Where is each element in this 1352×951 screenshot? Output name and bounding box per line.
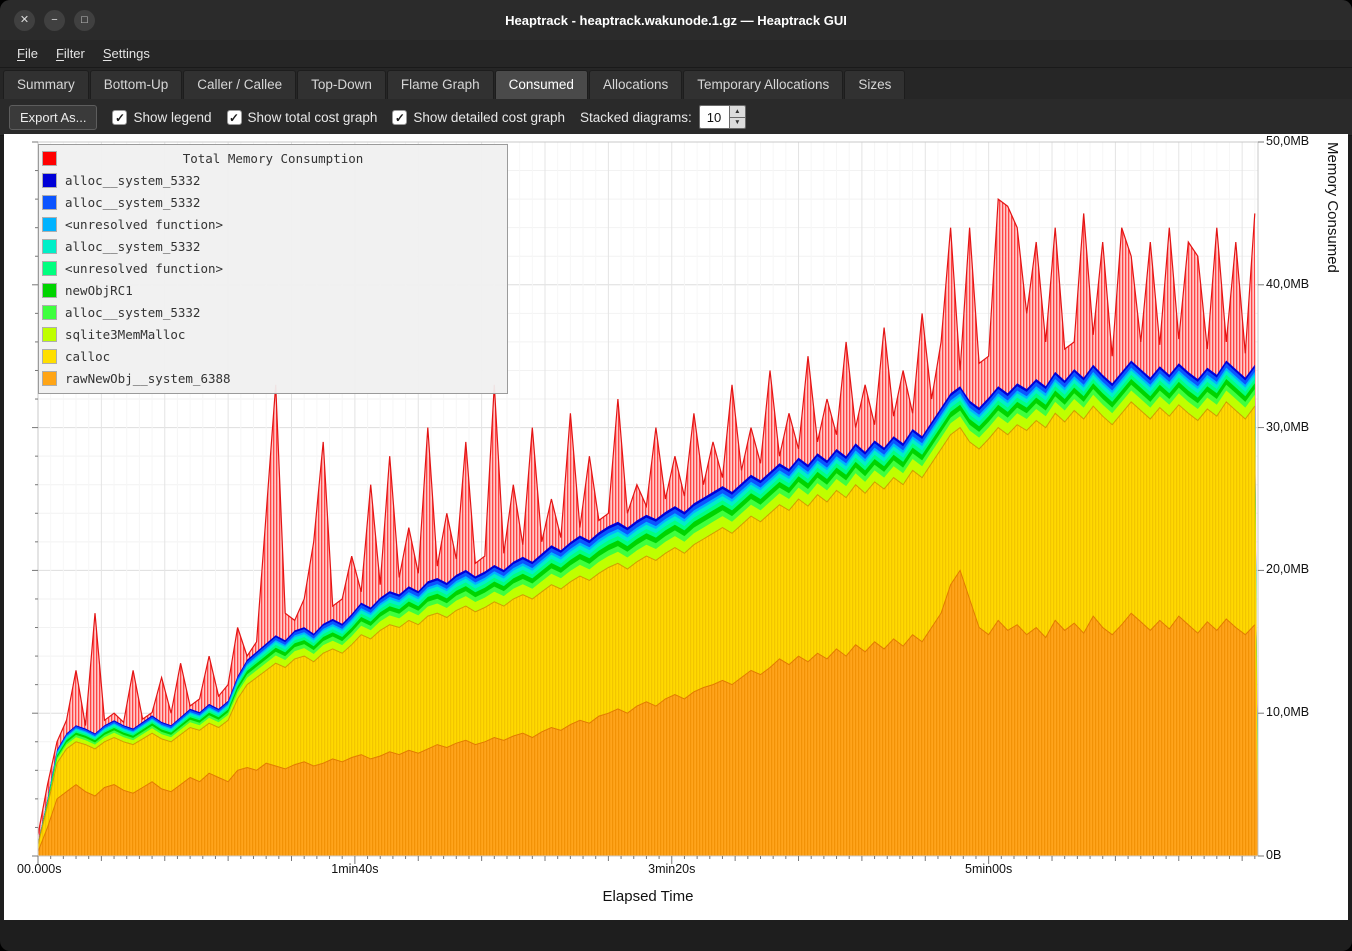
- spin-down-button[interactable]: ▼: [729, 117, 746, 130]
- toolbar: Export As... ✓ Show legend ✓ Show total cos…: [0, 99, 1352, 136]
- minimize-button[interactable]: −: [44, 10, 65, 31]
- legend-item: calloc: [39, 345, 507, 367]
- legend-item: <unresolved function>: [39, 213, 507, 235]
- legend-label: rawNewObj__system_6388: [65, 371, 231, 386]
- legend-label: calloc: [65, 349, 110, 364]
- x-axis-tick-label: 00.000s: [17, 862, 61, 876]
- legend-swatch: [43, 284, 56, 297]
- stacked-diagrams-spinbox[interactable]: 10 ▲ ▼: [699, 105, 746, 129]
- legend-swatch: [43, 196, 56, 209]
- export-as-button[interactable]: Export As...: [9, 105, 97, 130]
- legend-swatch: [43, 328, 56, 341]
- y-axis-tick-label: 40,0MB: [1266, 277, 1309, 291]
- legend-item: <unresolved function>: [39, 257, 507, 279]
- legend-swatch: [43, 240, 56, 253]
- legend-swatch: [43, 350, 56, 363]
- checkbox-show-legend[interactable]: ✓ Show legend: [112, 110, 211, 125]
- x-axis-tick-label: 5min00s: [944, 862, 1034, 876]
- chart-area: Total Memory Consumption alloc__system_5…: [4, 134, 1348, 920]
- legend-item: alloc__system_5332: [39, 169, 507, 191]
- tab-temporary-allocations[interactable]: Temporary Allocations: [683, 70, 843, 99]
- checkbox-label: Show legend: [133, 110, 211, 125]
- checkbox-label: Show detailed cost graph: [413, 110, 565, 125]
- legend-label: newObjRC1: [65, 283, 133, 298]
- close-icon: ✕: [20, 15, 29, 26]
- y-axis-tick-label: 20,0MB: [1266, 562, 1309, 576]
- stacked-diagrams-control: Stacked diagrams: 10 ▲ ▼: [580, 105, 746, 129]
- legend-swatch: [43, 372, 56, 385]
- legend-item: rawNewObj__system_6388: [39, 367, 507, 389]
- legend-label: alloc__system_5332: [65, 195, 200, 210]
- checkbox-icon[interactable]: ✓: [392, 110, 407, 125]
- legend-swatch: [43, 306, 56, 319]
- x-axis-tick-label: 3min20s: [627, 862, 717, 876]
- titlebar: ✕ − □ Heaptrack - heaptrack.wakunode.1.g…: [0, 0, 1352, 40]
- spin-up-button[interactable]: ▲: [729, 105, 746, 117]
- legend-item: alloc__system_5332: [39, 191, 507, 213]
- checkbox-label: Show total cost graph: [248, 110, 378, 125]
- checkbox-icon[interactable]: ✓: [112, 110, 127, 125]
- legend-items: alloc__system_5332 alloc__system_5332 <unr…: [39, 169, 507, 389]
- tabbar: SummaryBottom-UpCaller / CalleeTop-DownF…: [0, 68, 1352, 99]
- menu-filter[interactable]: Filter: [47, 43, 94, 64]
- x-axis-title: Elapsed Time: [38, 888, 1258, 905]
- checkbox-icon[interactable]: ✓: [227, 110, 242, 125]
- legend-label: alloc__system_5332: [65, 305, 200, 320]
- menubar: FileFilterSettings: [0, 40, 1352, 68]
- y-axis-tick-label: 50,0MB: [1266, 134, 1309, 148]
- legend-label: alloc__system_5332: [65, 173, 200, 188]
- tab-flame-graph[interactable]: Flame Graph: [387, 70, 494, 99]
- menu-file[interactable]: File: [8, 43, 47, 64]
- legend-swatch: [43, 218, 56, 231]
- legend-label: sqlite3MemMalloc: [65, 327, 185, 342]
- legend-title-swatch: [43, 152, 56, 165]
- legend-item: alloc__system_5332: [39, 235, 507, 257]
- spinbox-arrows: ▲ ▼: [729, 105, 746, 129]
- tab-summary[interactable]: Summary: [3, 70, 89, 99]
- legend-label: <unresolved function>: [65, 261, 223, 276]
- y-axis-title: Memory Consumed: [1324, 142, 1341, 856]
- tab-bottom-up[interactable]: Bottom-Up: [90, 70, 183, 99]
- menu-settings[interactable]: Settings: [94, 43, 159, 64]
- window-controls: ✕ − □: [14, 0, 104, 40]
- y-axis-tick-label: 30,0MB: [1266, 420, 1309, 434]
- close-button[interactable]: ✕: [14, 10, 35, 31]
- legend-swatch: [43, 262, 56, 275]
- legend-item: alloc__system_5332: [39, 301, 507, 323]
- minimize-icon: −: [51, 15, 57, 26]
- chevron-down-icon: ▼: [734, 119, 740, 126]
- app-window: ✕ − □ Heaptrack - heaptrack.wakunode.1.g…: [0, 0, 1352, 951]
- x-axis-tick-label: 1min40s: [310, 862, 400, 876]
- legend-title: Total Memory Consumption: [39, 151, 507, 166]
- tab-allocations[interactable]: Allocations: [589, 70, 682, 99]
- legend-label: alloc__system_5332: [65, 239, 200, 254]
- toolbar-checkboxes: ✓ Show legend ✓ Show total cost graph ✓ Show …: [112, 110, 565, 125]
- tab-sizes[interactable]: Sizes: [844, 70, 905, 99]
- tab-top-down[interactable]: Top-Down: [297, 70, 386, 99]
- y-axis-tick-label: 10,0MB: [1266, 705, 1309, 719]
- window-title: Heaptrack - heaptrack.wakunode.1.gz — He…: [0, 13, 1352, 28]
- legend-label: <unresolved function>: [65, 217, 223, 232]
- legend: Total Memory Consumption alloc__system_5…: [38, 144, 508, 394]
- checkbox-show-total-cost-graph[interactable]: ✓ Show total cost graph: [227, 110, 378, 125]
- legend-item: sqlite3MemMalloc: [39, 323, 507, 345]
- legend-swatch: [43, 174, 56, 187]
- y-axis-tick-label: 0B: [1266, 848, 1281, 862]
- tab-caller-callee[interactable]: Caller / Callee: [183, 70, 296, 99]
- maximize-icon: □: [81, 15, 88, 26]
- stacked-diagrams-label: Stacked diagrams:: [580, 110, 692, 125]
- stacked-diagrams-value[interactable]: 10: [699, 105, 729, 129]
- legend-title-row: Total Memory Consumption: [39, 148, 507, 169]
- maximize-button[interactable]: □: [74, 10, 95, 31]
- tab-consumed[interactable]: Consumed: [495, 70, 588, 99]
- legend-item: newObjRC1: [39, 279, 507, 301]
- checkbox-show-detailed-cost-graph[interactable]: ✓ Show detailed cost graph: [392, 110, 565, 125]
- chevron-up-icon: ▲: [734, 108, 740, 115]
